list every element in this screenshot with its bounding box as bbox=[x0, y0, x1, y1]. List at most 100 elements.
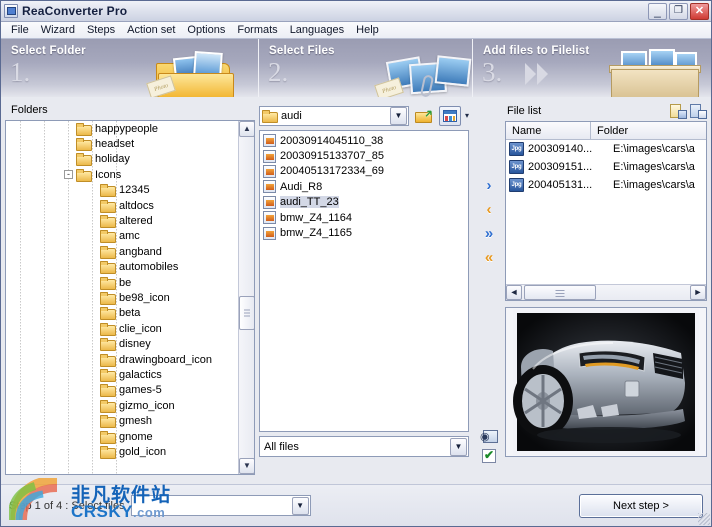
tree-node[interactable]: holiday bbox=[6, 152, 237, 167]
filelist-horizontal-scrollbar[interactable]: ◄ ► bbox=[506, 284, 706, 300]
menu-help[interactable]: Help bbox=[350, 23, 385, 37]
tree-node[interactable]: altered bbox=[6, 213, 237, 229]
close-button[interactable]: ✕ bbox=[690, 2, 709, 20]
file-filter-dropdown[interactable]: ▼ bbox=[450, 437, 467, 456]
menu-steps[interactable]: Steps bbox=[81, 23, 121, 37]
table-row[interactable]: Jpg 200309140... E:\images\cars\a bbox=[506, 140, 706, 158]
jpg-badge-icon: Jpg bbox=[509, 178, 524, 192]
minimize-button[interactable]: _ bbox=[648, 2, 667, 20]
tree-node[interactable]: happypeople bbox=[6, 121, 237, 136]
application-window: ReaConverter Pro _ ❐ ✕ File Wizard Steps… bbox=[0, 0, 712, 527]
tree-node[interactable]: automobiles bbox=[6, 260, 237, 275]
scroll-down-button[interactable]: ▼ bbox=[239, 458, 254, 474]
tree-expander-icon[interactable]: - bbox=[64, 170, 73, 180]
hscroll-left-button[interactable]: ◄ bbox=[506, 285, 522, 300]
menu-languages[interactable]: Languages bbox=[284, 23, 350, 37]
tree-vertical-scrollbar[interactable]: ▲ ▼ bbox=[238, 121, 254, 474]
folder-photos-art-icon: Photo bbox=[146, 47, 238, 97]
file-list-item[interactable]: 20030915133707_85 bbox=[260, 148, 468, 163]
tree-node[interactable]: headset bbox=[6, 136, 237, 152]
hscroll-right-button[interactable]: ► bbox=[690, 285, 706, 300]
file-list-item[interactable]: 20030914045110_38 bbox=[260, 133, 468, 148]
file-list-item-label: 20040513172334_69 bbox=[280, 165, 385, 178]
table-row[interactable]: Jpg 200309151... E:\images\cars\a bbox=[506, 158, 706, 176]
add-all-button[interactable]: » bbox=[478, 221, 500, 245]
tree-node[interactable]: games-5 bbox=[6, 383, 237, 398]
menu-options[interactable]: Options bbox=[181, 23, 231, 37]
file-select-list[interactable]: 20030914045110_38 20030915133707_85 200405… bbox=[259, 130, 469, 432]
tree-node[interactable]: gizmo_icon bbox=[6, 398, 237, 413]
folder-icon bbox=[76, 153, 92, 167]
preview-toggle-icon[interactable] bbox=[480, 428, 498, 443]
file-list-item[interactable]: Audi_R8 bbox=[260, 179, 468, 194]
folder-icon bbox=[100, 261, 116, 275]
table-cell-name: 200309151... bbox=[528, 161, 593, 173]
menu-wizard[interactable]: Wizard bbox=[35, 23, 81, 37]
tree-node[interactable]: 12345 bbox=[6, 183, 237, 198]
tree-node[interactable]: gnome bbox=[6, 429, 237, 444]
file-list-item[interactable]: 20040513172334_69 bbox=[260, 164, 468, 179]
tree-node[interactable]: be98_icon bbox=[6, 290, 237, 305]
transfer-button-column: › ‹ » « bbox=[473, 101, 505, 467]
folder-icon bbox=[100, 353, 116, 367]
menu-formats[interactable]: Formats bbox=[231, 23, 283, 37]
tree-node[interactable]: angband bbox=[6, 244, 237, 259]
filelist-table[interactable]: Name Folder Jpg 200309140... E:\images\car… bbox=[505, 121, 707, 301]
add-selected-button[interactable]: › bbox=[478, 173, 500, 197]
resize-grip[interactable] bbox=[698, 513, 710, 525]
view-mode-caret-icon[interactable]: ▾ bbox=[465, 111, 469, 120]
save-filelist-icon[interactable] bbox=[690, 103, 707, 119]
tree-node-label: disney bbox=[119, 338, 151, 351]
file-filter-value: All files bbox=[264, 440, 299, 453]
folder-icon bbox=[100, 276, 116, 290]
window-title: ReaConverter Pro bbox=[22, 4, 128, 18]
file-list-item-label: bmw_Z4_1164 bbox=[280, 211, 352, 224]
tree-node[interactable]: clie_icon bbox=[6, 321, 237, 336]
menu-action-set[interactable]: Action set bbox=[121, 23, 181, 37]
menu-file[interactable]: File bbox=[5, 23, 35, 37]
column-header-name[interactable]: Name bbox=[506, 122, 591, 139]
tree-node[interactable]: - Icons bbox=[6, 167, 237, 182]
title-bar: ReaConverter Pro _ ❐ ✕ bbox=[1, 1, 711, 22]
tree-node[interactable]: be bbox=[6, 275, 237, 290]
folder-icon bbox=[100, 184, 116, 198]
step-select-combo[interactable]: ▼ bbox=[130, 495, 311, 516]
tree-node[interactable]: disney bbox=[6, 336, 237, 352]
tree-node[interactable]: gmesh bbox=[6, 413, 237, 429]
open-folder-button[interactable] bbox=[413, 106, 435, 126]
tree-node[interactable]: galactics bbox=[6, 367, 237, 382]
folder-tree[interactable]: happypeople headset holiday - Icons 12345 altd… bbox=[5, 120, 255, 475]
folder-icon bbox=[100, 199, 116, 213]
file-filter-combo[interactable]: All files ▼ bbox=[259, 436, 469, 457]
tree-node[interactable]: amc bbox=[6, 229, 237, 244]
folder-icon bbox=[100, 399, 116, 413]
column-header-folder[interactable]: Folder bbox=[591, 122, 706, 139]
maximize-button[interactable]: ❐ bbox=[669, 2, 688, 20]
file-list-item[interactable]: bmw_Z4_1164 bbox=[260, 210, 468, 225]
step-combo-dropdown[interactable]: ▼ bbox=[291, 496, 309, 515]
checkbox-checked-icon[interactable] bbox=[482, 448, 496, 463]
file-list-item[interactable]: audi_TT_23 bbox=[260, 195, 468, 210]
scroll-thumb[interactable] bbox=[239, 296, 254, 330]
folder-combo-dropdown[interactable]: ▼ bbox=[389, 106, 407, 125]
scroll-up-button[interactable]: ▲ bbox=[239, 121, 254, 137]
tree-node[interactable]: gold_icon bbox=[6, 444, 237, 459]
tree-node[interactable]: altdocs bbox=[6, 198, 237, 213]
tree-node[interactable]: drawingboard_icon bbox=[6, 352, 237, 367]
folder-icon bbox=[100, 384, 116, 398]
load-filelist-icon[interactable] bbox=[670, 103, 687, 119]
table-row[interactable]: Jpg 200405131... E:\images\cars\a bbox=[506, 176, 706, 194]
next-step-button[interactable]: Next step > bbox=[579, 493, 703, 518]
photo-box-art-icon bbox=[609, 49, 703, 97]
remove-selected-button[interactable]: ‹ bbox=[478, 197, 500, 221]
tree-node-label: be bbox=[119, 276, 132, 289]
tree-node-label: gold_icon bbox=[119, 445, 167, 458]
view-mode-button[interactable] bbox=[438, 105, 461, 126]
hscroll-thumb[interactable] bbox=[524, 285, 596, 300]
tree-node[interactable]: beta bbox=[6, 306, 237, 321]
tree-node-label: Icons bbox=[95, 168, 122, 181]
files-panel: audi ▼ ▾ 20030914045110_38 20030915133707… bbox=[259, 97, 473, 467]
remove-all-button[interactable]: « bbox=[478, 245, 500, 269]
folder-combo[interactable]: audi ▼ bbox=[259, 105, 409, 126]
file-list-item[interactable]: bmw_Z4_1165 bbox=[260, 225, 468, 240]
